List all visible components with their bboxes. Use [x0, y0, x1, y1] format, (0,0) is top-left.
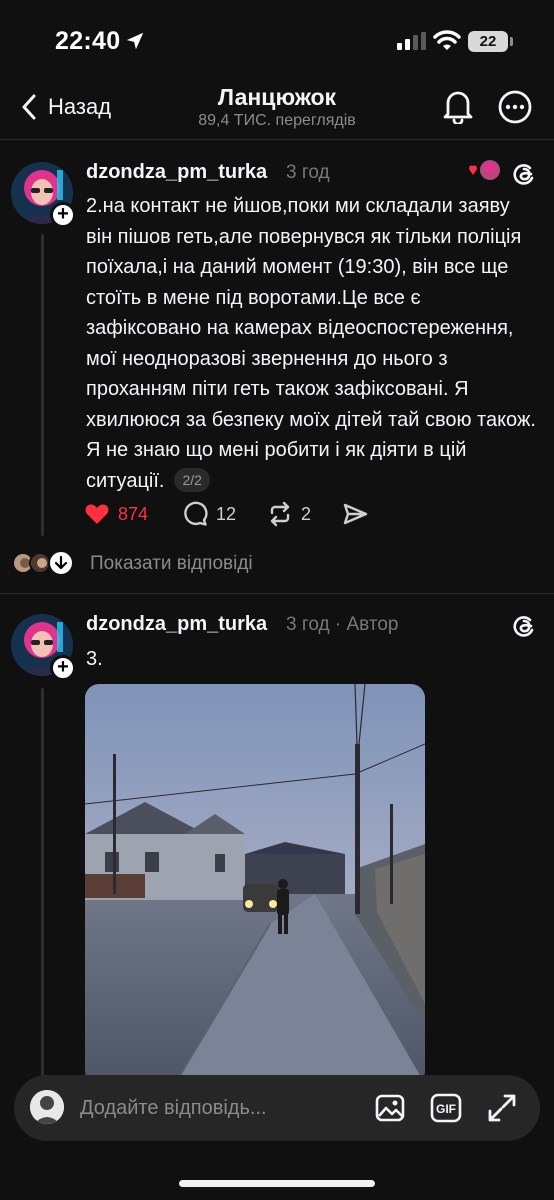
- follow-plus-icon[interactable]: +: [50, 202, 76, 228]
- post-time: 3 год: [286, 162, 330, 183]
- more-icon[interactable]: [498, 90, 532, 124]
- status-time: 22:40: [55, 27, 121, 55]
- post-username[interactable]: dzondza_pm_turka: [86, 613, 267, 636]
- post-photo[interactable]: [85, 684, 425, 1084]
- post-username[interactable]: dzondza_pm_turka: [86, 161, 267, 184]
- street-photo: [85, 684, 425, 1084]
- page-badge: 2/2: [174, 467, 210, 492]
- reply-input[interactable]: [80, 1095, 360, 1121]
- chevron-down-icon: [48, 550, 74, 576]
- battery-cap: [510, 37, 513, 46]
- heart-icon: [85, 504, 109, 524]
- bell-icon[interactable]: [441, 88, 475, 124]
- current-user-avatar[interactable]: [30, 1090, 64, 1124]
- follow-plus-icon[interactable]: +: [50, 655, 76, 681]
- show-replies-label: Показати відповіді: [90, 553, 253, 574]
- battery-icon: 22: [468, 31, 508, 52]
- gif-icon[interactable]: GIF: [430, 1092, 462, 1124]
- comment-icon: [184, 501, 208, 526]
- post-divider: [0, 593, 554, 594]
- share-button[interactable]: [342, 497, 368, 531]
- repost-icon: [270, 501, 290, 527]
- image-icon[interactable]: [374, 1092, 406, 1124]
- comment-count: 12: [216, 503, 237, 524]
- repost-button[interactable]: 2: [267, 497, 311, 531]
- thread-header: Назад Ланцюжок 89,4 ТИС. переглядів: [0, 84, 554, 140]
- location-arrow-icon: [126, 32, 144, 50]
- post-body: 3.: [86, 648, 103, 670]
- like-button[interactable]: 874: [84, 497, 148, 531]
- post-text: 2.на контакт не йшов,поки ми складали за…: [86, 191, 536, 496]
- comment-button[interactable]: 12: [182, 497, 236, 531]
- share-icon: [343, 503, 368, 525]
- signal-icon: [397, 32, 426, 50]
- post-meta: 3 год · Автор: [286, 614, 399, 635]
- svg-text:GIF: GIF: [436, 1102, 456, 1116]
- expand-icon[interactable]: [486, 1092, 518, 1124]
- like-count: 874: [118, 503, 149, 524]
- reply-bar: GIF: [14, 1075, 540, 1141]
- thread-line: [41, 688, 44, 1078]
- threads-icon[interactable]: [510, 159, 538, 187]
- repost-count: 2: [301, 503, 312, 524]
- thread-line: [41, 234, 44, 536]
- wifi-icon: [433, 30, 461, 50]
- liked-by-indicator[interactable]: [466, 158, 502, 184]
- post-body: 2.на контакт не йшов,поки ми складали за…: [86, 195, 536, 492]
- home-indicator[interactable]: [179, 1180, 375, 1187]
- status-bar: 22:40 22: [0, 0, 554, 84]
- threads-icon[interactable]: [510, 611, 538, 639]
